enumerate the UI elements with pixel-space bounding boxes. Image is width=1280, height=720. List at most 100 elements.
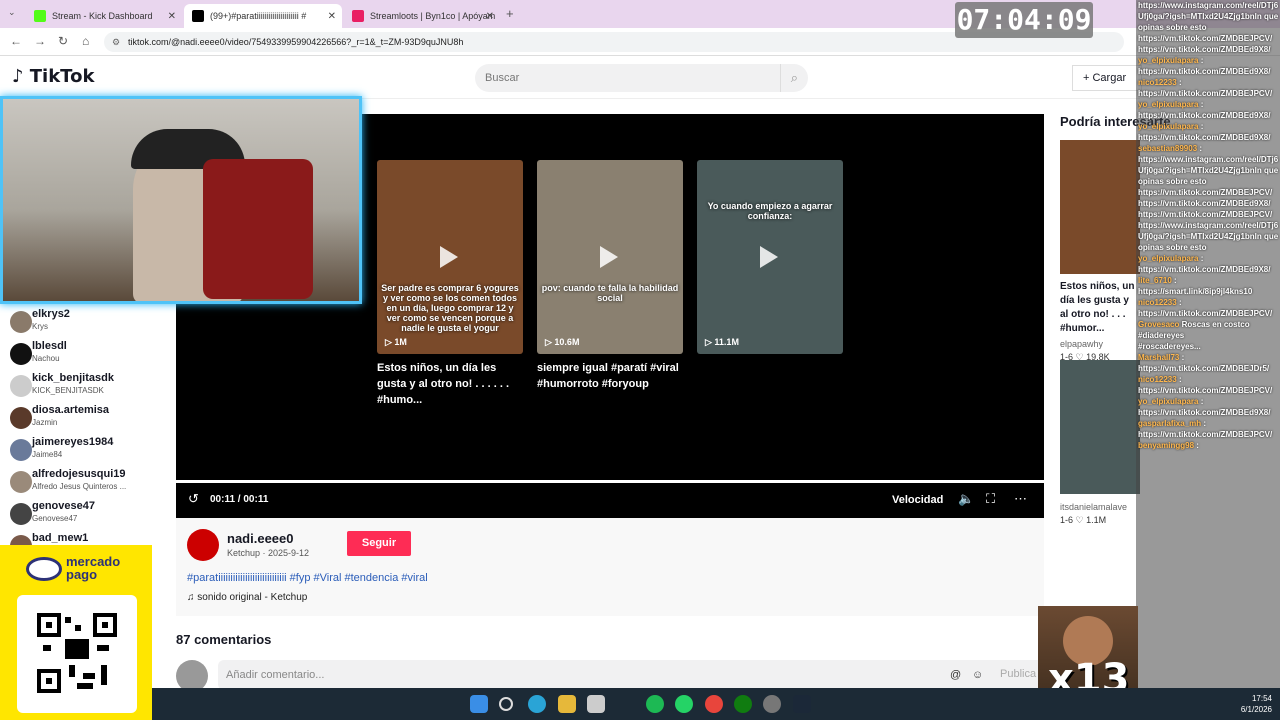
close-tab-icon[interactable]: ✕: [168, 11, 176, 22]
sidebar-user[interactable]: kick_benjitasdk KICK_BENJITASDK: [10, 372, 160, 402]
file-explorer-icon[interactable]: [558, 695, 576, 713]
taskbar-date: 6/1/2026: [1240, 705, 1272, 714]
recommended-video-card[interactable]: Yo cuando empiezo a agarrar confianza: ▷…: [697, 160, 843, 354]
chat-text: https://vm.tiktok.com/ZMDBEd9X8/: [1138, 45, 1271, 54]
more-options-icon[interactable]: ⋯: [1014, 491, 1027, 507]
chat-text: opinas sobre esto: [1138, 23, 1207, 32]
suggested-video-thumb[interactable]: [1060, 140, 1140, 274]
chat-text: Ufj0ga/?igsh=MTlxd2U4Zjg1bnln que: [1138, 166, 1279, 175]
tab-streamloots[interactable]: Streamloots | Byn1co | Apóyam ✕: [344, 4, 500, 28]
video-title[interactable]: Estos niños, un día les gusta y al otro …: [377, 360, 523, 408]
chat-text: https://vm.tiktok.com/ZMDBEJPCV/: [1138, 188, 1273, 197]
chat-message: https://vm.tiktok.com/ZMDBEJPCV/: [1136, 308, 1280, 319]
suggested-video-info[interactable]: itsdanielamalave 1-6 ♡ 1.1M: [1060, 502, 1140, 526]
comment-input[interactable]: Añadir comentario... @ ☺: [218, 660, 1048, 690]
close-tab-icon[interactable]: ✕: [328, 11, 336, 22]
suggested-video-thumb[interactable]: [1060, 360, 1140, 494]
sidebar-user[interactable]: diosa.artemisa Jazmin: [10, 404, 160, 434]
video-title[interactable]: siempre igual #paratí #viral #humorroto …: [537, 360, 683, 392]
search-icon[interactable]: ⌕: [779, 64, 798, 92]
obs-icon[interactable]: [763, 695, 781, 713]
progress-bar[interactable]: [176, 480, 1044, 483]
spotify-icon[interactable]: [646, 695, 664, 713]
suggested-likes: 1.1M: [1086, 515, 1107, 525]
mention-icon[interactable]: @: [950, 660, 961, 690]
upload-button[interactable]: + Cargar: [1072, 65, 1142, 91]
author-avatar[interactable]: [187, 529, 219, 561]
emoji-icon[interactable]: ☺: [972, 660, 983, 690]
xbox-icon[interactable]: [734, 695, 752, 713]
tiktok-favicon-icon: [192, 10, 204, 22]
sidebar-user[interactable]: alfredojesusqui19 Alfredo Jesus Quinteros…: [10, 468, 160, 498]
user-name: bad_mew1: [32, 532, 89, 544]
recommended-video-card[interactable]: pov: cuando te falla la habilidad social…: [537, 160, 683, 354]
chat-text: https://www.instagram.com/reel/DTj6: [1138, 221, 1279, 230]
app-icon[interactable]: [587, 695, 605, 713]
site-info-icon[interactable]: ⚙: [112, 32, 120, 52]
taskbar-clock: 17:54 6/1/2026: [1241, 693, 1272, 715]
chat-text: :: [1174, 276, 1177, 285]
suggested-user: itsdanielamalave: [1060, 502, 1128, 512]
tab-tiktok[interactable]: (99+)#paratiiiiiiiiiiiiiiiiiiiii # ✕: [184, 4, 342, 28]
back-icon[interactable]: ←: [10, 34, 22, 48]
home-icon[interactable]: ⌂: [82, 34, 89, 48]
windows-taskbar: 17:54 6/1/2026: [152, 688, 1280, 720]
replay-icon[interactable]: ↺: [188, 491, 199, 507]
play-icon: [600, 246, 618, 268]
chat-text: https://vm.tiktok.com/ZMDBEd9X8/: [1138, 111, 1271, 120]
chat-message: opinas sobre esto: [1136, 22, 1280, 33]
user-name: diosa.artemisa: [32, 404, 110, 416]
fullscreen-icon[interactable]: ⛶: [986, 491, 995, 507]
chat-text: https://vm.tiktok.com/ZMDBEJPCV/: [1138, 210, 1273, 219]
chat-text: :: [1199, 144, 1203, 153]
follow-button[interactable]: Seguir: [347, 531, 411, 556]
chrome-icon[interactable]: [705, 695, 723, 713]
publish-button[interactable]: Publica: [1000, 668, 1036, 680]
reload-icon[interactable]: ↻: [58, 34, 68, 48]
chat-message: benyamingg98 :: [1136, 440, 1280, 451]
chat-username: yo_elpixulapara: [1138, 100, 1199, 109]
views-value: 1M: [394, 337, 407, 347]
start-icon[interactable]: [470, 695, 488, 713]
chat-message: Marshall73 :: [1136, 352, 1280, 363]
user-name: lblesdl: [32, 340, 67, 352]
recommended-video-card[interactable]: Ser padre es comprar 6 yogures y ver com…: [377, 160, 523, 354]
sidebar-user[interactable]: lblesdl Nachou: [10, 340, 160, 370]
chat-message: https://vm.tiktok.com/ZMDBEd9X8/: [1136, 264, 1280, 275]
chat-username: yo_elpixulapara: [1138, 122, 1199, 131]
tiktok-logo[interactable]: ♪ TikTok: [12, 66, 94, 87]
tab-kick-dashboard[interactable]: Stream - Kick Dashboard ✕: [26, 4, 182, 28]
user-sub: Jaime84: [32, 450, 63, 459]
suggested-video-info[interactable]: Estos niños, un día les gusta y al otro …: [1060, 280, 1140, 363]
chat-message: yo_elpixulapara :: [1136, 253, 1280, 264]
chat-username: lite_6710: [1138, 276, 1172, 285]
avatar: [10, 343, 32, 365]
whatsapp-icon[interactable]: [675, 695, 693, 713]
chat-message: https://vm.tiktok.com/ZMDBEJPCV/: [1136, 429, 1280, 440]
sidebar-user[interactable]: jaimereyes1984 Jaime84: [10, 436, 160, 466]
steam-icon[interactable]: [793, 695, 811, 713]
forward-icon[interactable]: →: [34, 34, 46, 48]
sidebar-user[interactable]: elkrys2 Krys: [10, 308, 160, 338]
chat-username: gasparlafixa_mh: [1138, 419, 1202, 428]
edge-icon[interactable]: [528, 695, 546, 713]
chat-lines: https://www.instagram.com/reel/DTj6 Ufj0g…: [1136, 0, 1280, 451]
new-tab-button[interactable]: +: [506, 6, 514, 21]
author-name[interactable]: nadi.eeee0: [227, 531, 294, 546]
view-count: ▷ 1M: [385, 337, 407, 347]
hashtags[interactable]: #paratiiiiiiiiiiiiiiiiiiiiiiiiiiii #fyp …: [187, 572, 428, 584]
sound-link[interactable]: ♫ sonido original - Ketchup: [187, 592, 307, 603]
close-tab-icon[interactable]: ✕: [486, 11, 494, 22]
chat-username: yo_elpixulapara: [1138, 397, 1199, 406]
sidebar-user[interactable]: genovese47 Genovese47: [10, 500, 160, 530]
chat-text: opinas sobre esto: [1138, 243, 1207, 252]
chat-text: https://vm.tiktok.com/ZMDBEd9X8/: [1138, 408, 1271, 417]
chat-text: Ufj0ga/?igsh=MTlxd2U4Zjg1bnln que: [1138, 12, 1279, 21]
search-input[interactable]: Buscar ⌕: [475, 64, 808, 92]
tab-search-icon[interactable]: ⌄: [8, 7, 16, 18]
search-icon[interactable]: [499, 697, 513, 711]
chat-message: yo_elpixulapara :: [1136, 121, 1280, 132]
chat-message: https://vm.tiktok.com/ZMDBEJPCV/: [1136, 88, 1280, 99]
speed-button[interactable]: Velocidad: [892, 494, 943, 506]
volume-icon[interactable]: 🔈: [958, 491, 974, 507]
